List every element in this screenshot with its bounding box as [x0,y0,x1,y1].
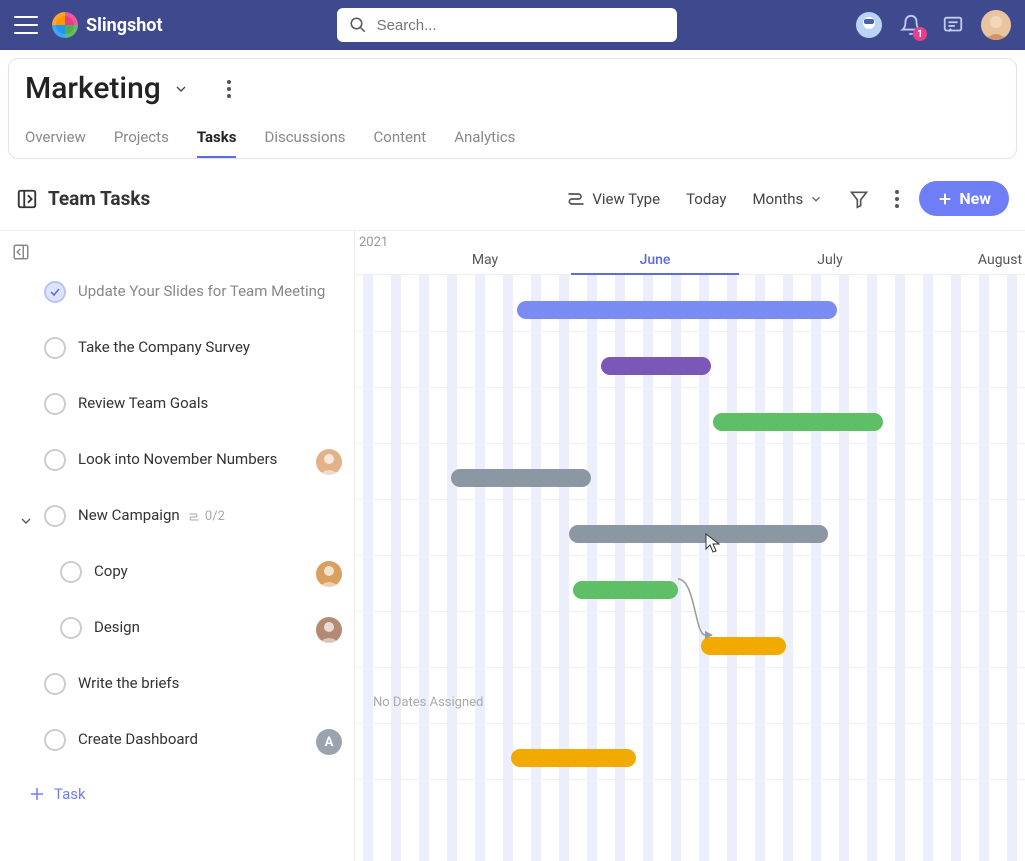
tab-projects[interactable]: Projects [114,122,169,158]
task-row[interactable]: Look into November Numbers [20,439,342,495]
gantt-body[interactable]: No Dates Assigned [355,275,1025,861]
add-task-button[interactable]: Task [0,775,354,813]
chevron-down-icon [809,192,823,206]
top-bar: Slingshot 1 [0,0,1025,50]
search-icon [349,16,367,34]
assistant-icon[interactable] [855,11,883,39]
tab-overview[interactable]: Overview [25,122,86,158]
user-avatar[interactable] [981,10,1011,40]
tab-analytics[interactable]: Analytics [454,122,515,158]
subtask-count: 0/2 [180,509,225,526]
task-checkbox[interactable] [60,617,82,639]
gantt-bar[interactable] [511,749,636,767]
assignee-avatar[interactable] [316,449,342,475]
gantt-bar[interactable] [573,581,678,599]
notifications-icon[interactable]: 1 [897,11,925,39]
tab-tasks[interactable]: Tasks [197,122,237,158]
assignee-avatar[interactable] [316,561,342,587]
gantt-panel[interactable]: 2021 MayJuneJulyAugust No Dates Assigned [355,231,1025,861]
task-row[interactable]: Take the Company Survey [20,327,342,383]
workspace-card: Marketing Overview Projects Tasks Discussio… [8,58,1017,159]
task-list-panel: Update Your Slides for Team Meeting Take … [0,231,355,861]
logo-mark-icon [52,12,78,38]
gantt-bar[interactable] [601,357,711,375]
task-checkbox[interactable] [60,561,82,583]
filter-button[interactable] [843,185,875,213]
timescale-dropdown[interactable]: Months [746,186,829,212]
task-label: Take the Company Survey [78,337,342,358]
workspace-tabs: Overview Projects Tasks Discussions Content A… [25,122,1000,158]
task-row[interactable]: Review Team Goals [20,383,342,439]
task-checkbox[interactable] [44,729,66,751]
section-title: Team Tasks [48,187,150,210]
task-label: New Campaign 0/2 [78,505,342,526]
month-label[interactable]: August [978,252,1022,268]
plus-icon [937,191,953,207]
app-name: Slingshot [86,15,163,36]
plus-icon [28,785,46,803]
workspace-dropdown[interactable] [173,81,189,97]
no-dates-label: No Dates Assigned [373,695,483,710]
filter-icon [849,189,869,209]
gantt-bar[interactable] [701,637,786,655]
section-icon [16,188,38,210]
new-button[interactable]: New [919,181,1009,216]
tasks-main: Update Your Slides for Team Meeting Take … [0,230,1025,861]
assignee-avatar[interactable]: A [316,729,342,755]
assignee-avatar[interactable] [316,617,342,643]
task-row[interactable]: Create Dashboard A [20,719,342,775]
today-button[interactable]: Today [680,186,732,212]
gantt-bar[interactable] [569,525,828,543]
mouse-cursor-icon [705,533,721,553]
search-input[interactable] [377,17,665,34]
task-row[interactable]: Design [20,607,342,663]
view-type-button[interactable]: View Type [560,185,666,213]
task-label: Review Team Goals [78,393,342,414]
task-checkbox[interactable] [44,505,66,527]
expand-chevron-icon[interactable] [18,513,34,529]
app-logo[interactable]: Slingshot [52,12,163,38]
toolbar-more-icon[interactable] [889,186,905,212]
task-checkbox[interactable] [44,393,66,415]
task-label: Write the briefs [78,673,342,694]
tasks-toolbar: Team Tasks View Type Today Months New [0,167,1025,230]
task-checkbox[interactable] [44,281,66,303]
workspace-more-icon[interactable] [227,80,231,98]
task-label: Update Your Slides for Team Meeting [78,281,342,302]
task-row[interactable]: Write the briefs [20,663,342,719]
task-label: Copy [94,561,304,582]
gantt-bar[interactable] [713,413,883,431]
tab-content[interactable]: Content [374,122,427,158]
gantt-header: May June July August [355,231,1025,275]
task-list: Update Your Slides for Team Meeting Take … [0,271,354,775]
chat-icon[interactable] [939,11,967,39]
collapse-panel-icon[interactable] [12,243,30,261]
tab-discussions[interactable]: Discussions [264,122,345,158]
month-label[interactable]: May [472,252,498,268]
task-checkbox[interactable] [44,673,66,695]
task-label: Design [94,617,304,638]
gantt-bar[interactable] [517,301,837,319]
menu-icon[interactable] [14,16,38,34]
month-label[interactable]: June [640,252,671,268]
task-row[interactable]: New Campaign 0/2 [20,495,342,551]
task-checkbox[interactable] [44,449,66,471]
gantt-bar[interactable] [451,469,591,487]
task-label: Look into November Numbers [78,449,304,470]
task-row[interactable]: Copy [20,551,342,607]
task-label: Create Dashboard [78,729,304,750]
view-type-icon [566,189,586,209]
month-label[interactable]: July [817,252,842,268]
notification-badge: 1 [913,27,927,41]
workspace-title: Marketing [25,71,161,106]
search-input-wrapper[interactable] [337,8,677,42]
task-checkbox[interactable] [44,337,66,359]
task-row[interactable]: Update Your Slides for Team Meeting [20,271,342,327]
